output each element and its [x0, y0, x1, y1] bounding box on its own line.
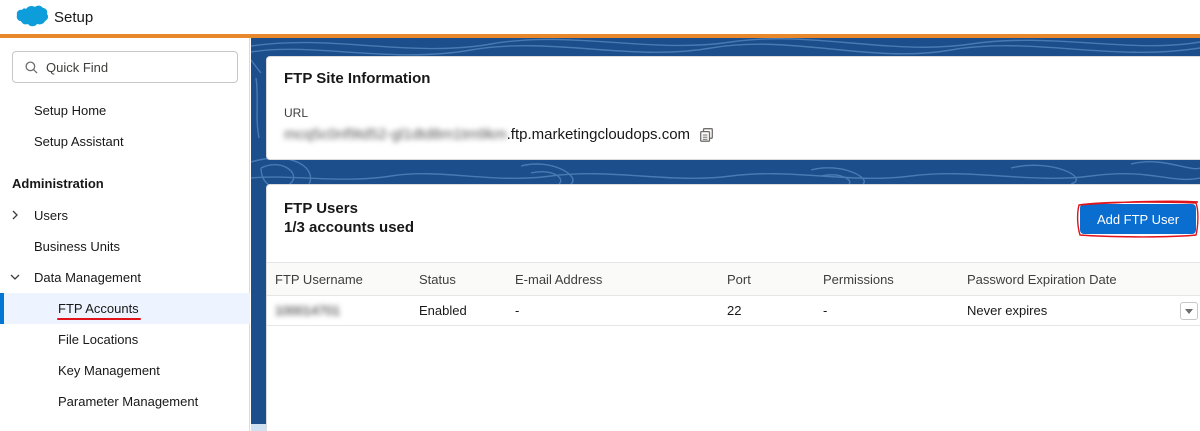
sidebar-item-setup-assistant[interactable]: Setup Assistant — [0, 126, 250, 157]
ftp-users-table: FTP Username Status E-mail Address Port … — [267, 262, 1200, 326]
card-title: FTP Site Information — [284, 70, 431, 87]
chevron-right-icon — [12, 210, 18, 220]
column-header[interactable]: Permissions — [823, 263, 894, 295]
sidebar-item-key-management[interactable]: Key Management — [0, 355, 250, 386]
sidebar-item-label: FTP Accounts — [58, 301, 139, 316]
sidebar-item-label: Users — [34, 208, 68, 223]
status-cell: Enabled — [419, 303, 467, 318]
annotation-underline — [57, 318, 141, 320]
ftp-site-info-card: FTP Site Information URL mcq5c0nf9td52-g… — [266, 56, 1200, 160]
url-suffix: .ftp.marketingcloudops.com — [506, 126, 691, 143]
sidebar-item-data-management[interactable]: Data Management — [0, 262, 250, 293]
column-header[interactable]: Password Expiration Date — [967, 263, 1117, 295]
sidebar-item-label: Key Management — [58, 363, 160, 378]
copy-icon[interactable] — [700, 127, 713, 142]
email-cell: - — [515, 303, 520, 318]
sidebar-item-label: Business Units — [34, 239, 120, 254]
url-prefix-redacted: mcq5c0nf9td52-gl1dtd8m1tm9km — [284, 126, 507, 143]
sidebar-item-label: Data Management — [34, 270, 141, 285]
sidebar-item-parameter-management[interactable]: Parameter Management — [0, 386, 250, 417]
sidebar-item-business-units[interactable]: Business Units — [0, 231, 250, 262]
ftp-username-redacted: 100014701 — [275, 303, 341, 318]
column-header[interactable]: Status — [419, 263, 456, 295]
accounts-used-count: 1/3 accounts used — [284, 219, 415, 236]
main-content: FTP Site Information URL mcq5c0nf9td52-g… — [251, 38, 1200, 431]
sidebar-item-file-locations[interactable]: File Locations — [0, 324, 250, 355]
row-actions-button[interactable] — [1180, 302, 1198, 320]
add-ftp-user-button[interactable]: Add FTP User — [1080, 204, 1196, 234]
column-header[interactable]: Port — [727, 263, 751, 295]
port-cell: 22 — [727, 303, 742, 318]
ftp-users-card: FTP Users 1/3 accounts used Add FTP User… — [266, 184, 1200, 431]
search-input[interactable] — [46, 59, 226, 75]
sidebar-item-label: Setup Assistant — [34, 134, 124, 149]
sidebar-item-label: Setup Home — [34, 103, 107, 118]
app-title: Setup — [54, 8, 94, 26]
quick-find-search[interactable] — [12, 51, 238, 83]
sidebar-item-label: Parameter Management — [58, 394, 199, 409]
sidebar-item-users[interactable]: Users — [0, 200, 250, 231]
table-row[interactable]: 100014701 Enabled - 22 - Never expires — [267, 296, 1200, 326]
sidebar-item-setup-home[interactable]: Setup Home — [0, 95, 250, 126]
sidebar-item-label: File Locations — [58, 332, 139, 347]
permissions-cell: - — [823, 303, 828, 318]
chevron-down-icon — [10, 274, 20, 280]
ftp-url: mcq5c0nf9td52-gl1dtd8m1tm9km .ftp.market… — [284, 126, 713, 143]
column-header[interactable]: FTP Username — [275, 263, 363, 295]
table-header: FTP Username Status E-mail Address Port … — [267, 262, 1200, 296]
chevron-down-icon — [1185, 308, 1193, 314]
url-label: URL — [284, 106, 309, 120]
sidebar: Setup Home Setup Assistant Administratio… — [0, 38, 250, 431]
sidebar-item-ftp-accounts[interactable]: FTP Accounts — [0, 293, 250, 324]
top-bar: Setup — [0, 0, 1200, 34]
card-title: FTP Users — [284, 200, 358, 217]
search-icon — [25, 60, 38, 74]
salesforce-cloud-icon[interactable] — [12, 5, 48, 29]
column-header[interactable]: E-mail Address — [515, 263, 602, 295]
expiration-cell: Never expires — [967, 303, 1048, 318]
sidebar-section-heading: Administration — [12, 176, 104, 191]
